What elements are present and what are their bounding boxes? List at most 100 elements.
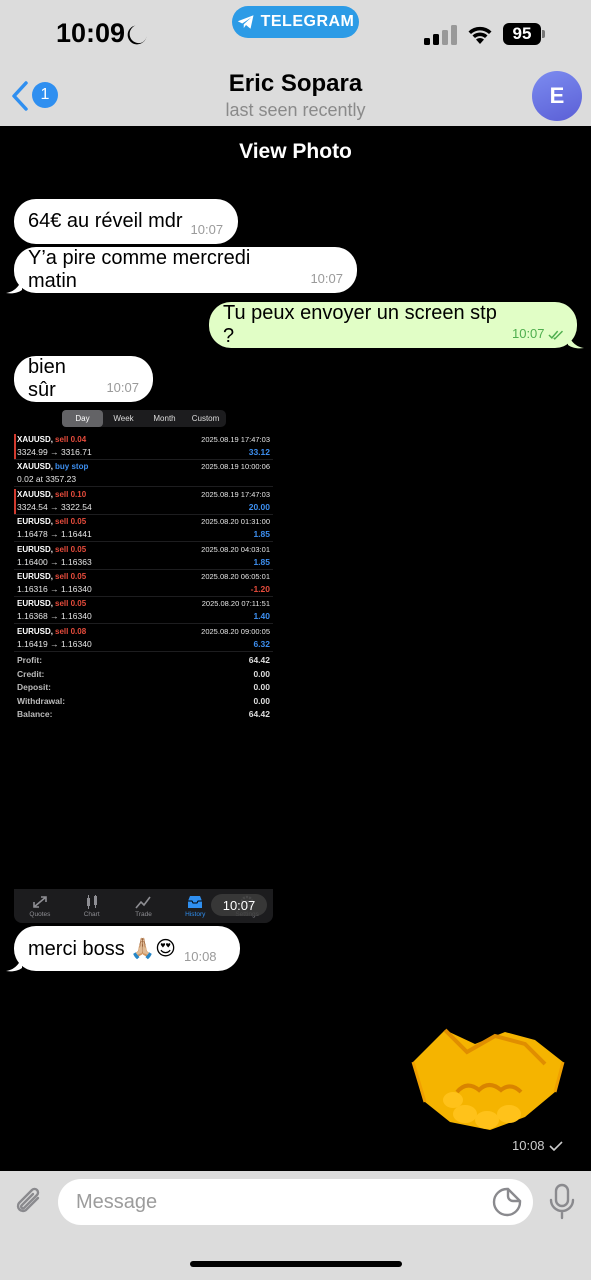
trade-symbol: EURUSD, sell 0.08: [17, 627, 86, 636]
photo-time: 10:07: [211, 894, 267, 916]
message-bubble[interactable]: Tu peux envoyer un screen stp ? 10:07: [209, 302, 577, 348]
attach-paperclip-icon[interactable]: [12, 1184, 48, 1220]
message-time: 10:07: [190, 222, 224, 237]
trade-row: EURUSD, sell 0.05 1.16368 → 1.16340 2025.08…: [14, 597, 273, 625]
trade-symbol: EURUSD, sell 0.05: [17, 545, 86, 554]
shared-photo[interactable]: Day Week Month Custom XAUUSD, sell 0.04 33…: [14, 405, 273, 923]
trade-date: 2025.08.20 04:03:01: [201, 544, 270, 554]
summary-row: Deposit: 0.00: [17, 682, 270, 695]
message-bubble[interactable]: 64€ au réveil mdr 10:07: [14, 199, 238, 244]
segment-week: Week: [113, 414, 134, 423]
message-text: merci boss 🙏🏼😍: [28, 938, 176, 960]
contact-status: last seen recently: [225, 100, 366, 120]
trade-prices: 1.16368 → 1.16340: [17, 611, 92, 622]
trade-symbol: EURUSD, sell 0.05: [17, 599, 86, 608]
message-bubble[interactable]: Y’a pire comme mercredi matin 10:07: [14, 247, 357, 293]
status-time: 10:09: [56, 18, 126, 48]
trade-row: EURUSD, sell 0.05 1.16400 → 1.16363 2025.08…: [14, 543, 273, 570]
composer-bar: Message: [0, 1171, 591, 1280]
trade-row: XAUUSD, sell 0.04 3324.99 → 3316.71 2025.08…: [14, 433, 273, 460]
status-bar: 10:09 TELEGRAM 95: [0, 0, 591, 66]
summary-value: 64.42: [248, 709, 270, 719]
trade-type: sell 0.05: [55, 517, 87, 527]
trade-symbol: XAUUSD, sell 0.04: [17, 435, 86, 444]
trade-icon: [135, 896, 152, 909]
summary-row: Balance: 64.42: [17, 709, 270, 722]
battery-tip: [542, 30, 545, 38]
telegram-pill-label: TELEGRAM: [260, 13, 355, 30]
trade-profit: 1.85: [253, 556, 270, 567]
period-segmented-control: Day Week Month Custom: [62, 410, 226, 427]
summary-value: 64.42: [248, 655, 270, 665]
bubble-tail: [568, 333, 584, 349]
unread-badge[interactable]: 1: [32, 82, 58, 108]
summary-value: 0.00: [253, 682, 270, 692]
message-bubble[interactable]: bien sûr 10:07: [14, 356, 153, 402]
battery-indicator: 95: [503, 23, 541, 45]
trade-row: XAUUSD, sell 0.10 3324.54 → 3322.54 2025.08…: [14, 488, 273, 515]
sticker-icon[interactable]: [492, 1187, 522, 1217]
tab-trade: Trade: [118, 889, 170, 923]
view-photo-label[interactable]: View Photo: [0, 140, 591, 164]
trade-type: buy stop: [55, 462, 89, 472]
summary-label: Deposit:: [17, 682, 51, 692]
trade-prices: 3324.99 → 3316.71: [17, 447, 92, 457]
tab-label: History: [185, 910, 206, 918]
trade-row: EURUSD, sell 0.08 1.16419 → 1.16340 2025.08…: [14, 625, 273, 652]
trade-profit: -1.20: [250, 584, 270, 594]
telegram-icon: [237, 15, 254, 29]
trade-row: EURUSD, sell 0.05 1.16316 → 1.16340 2025.08…: [14, 570, 273, 597]
wifi-icon: [468, 26, 492, 44]
signal-icon: [424, 25, 457, 45]
trade-symbol-text: XAUUSD,: [17, 435, 54, 444]
sent-checkmark-icon: [548, 1140, 563, 1151]
back-chevron-icon[interactable]: [10, 80, 30, 112]
trade-date: 2025.08.19 10:00:06: [201, 462, 270, 472]
trade-row: EURUSD, sell 0.05 1.16478 → 1.16441 2025.08…: [14, 515, 273, 543]
trade-type: sell 0.04: [55, 435, 87, 444]
chart-icon: [86, 894, 97, 909]
message-text: Tu peux envoyer un screen stp ?: [223, 302, 497, 347]
avatar[interactable]: E: [532, 71, 582, 121]
contact-name: Eric Sopara: [228, 70, 363, 97]
trade-profit: 33.12: [248, 447, 270, 457]
trade-marker: [14, 434, 16, 459]
trade-prices: 0.02 at 3357.23: [17, 474, 77, 485]
trade-profit: 1.85: [253, 529, 270, 540]
summary-label: Profit:: [17, 655, 43, 665]
message-input[interactable]: Message: [58, 1179, 533, 1225]
trade-prices: 1.16316 → 1.16340: [17, 584, 92, 594]
bubble-tail: [6, 956, 22, 972]
trade-type: sell 0.05: [55, 544, 87, 554]
moon-icon: [127, 25, 147, 45]
microphone-icon[interactable]: [548, 1183, 576, 1221]
telegram-pill[interactable]: TELEGRAM: [232, 6, 359, 38]
quotes-icon: [33, 895, 47, 908]
trade-symbol: EURUSD, sell 0.05: [17, 572, 86, 581]
summary-label: Credit:: [17, 668, 45, 679]
message-bubble[interactable]: merci boss 🙏🏼😍 10:08: [14, 926, 240, 971]
tab-label: Quotes: [29, 910, 51, 918]
trade-date: 2025.08.20 01:31:00: [201, 517, 270, 527]
summary-value: 0.00: [253, 695, 270, 706]
message-placeholder: Message: [76, 1190, 158, 1213]
trade-prices: 1.16419 → 1.16340: [17, 638, 92, 649]
trade-type: sell 0.08: [55, 626, 87, 636]
chat-header: 1 Eric Sopara last seen recently E: [0, 66, 591, 126]
tab-quotes: Quotes: [14, 889, 66, 923]
trade-type: sell 0.05: [55, 572, 87, 581]
home-indicator: [190, 1261, 402, 1267]
trade-marker: [14, 488, 16, 514]
summary-label: Balance:: [17, 709, 53, 719]
trade-prices: 1.16400 → 1.16363: [17, 556, 92, 567]
message-text: bien sûr: [28, 356, 66, 401]
handshake-sticker-icon[interactable]: [405, 1022, 570, 1134]
summary-row: Withdrawal: 0.00: [17, 696, 270, 709]
trade-symbol: XAUUSD, sell 0.10: [17, 490, 86, 499]
message-time: 10:07: [511, 326, 545, 341]
history-icon: [188, 895, 203, 908]
trade-symbol-text: EURUSD,: [17, 599, 54, 609]
trade-type: sell 0.10: [55, 489, 87, 499]
message-time: 10:08: [184, 949, 217, 964]
trade-date: 2025.08.20 09:00:05: [201, 626, 270, 636]
